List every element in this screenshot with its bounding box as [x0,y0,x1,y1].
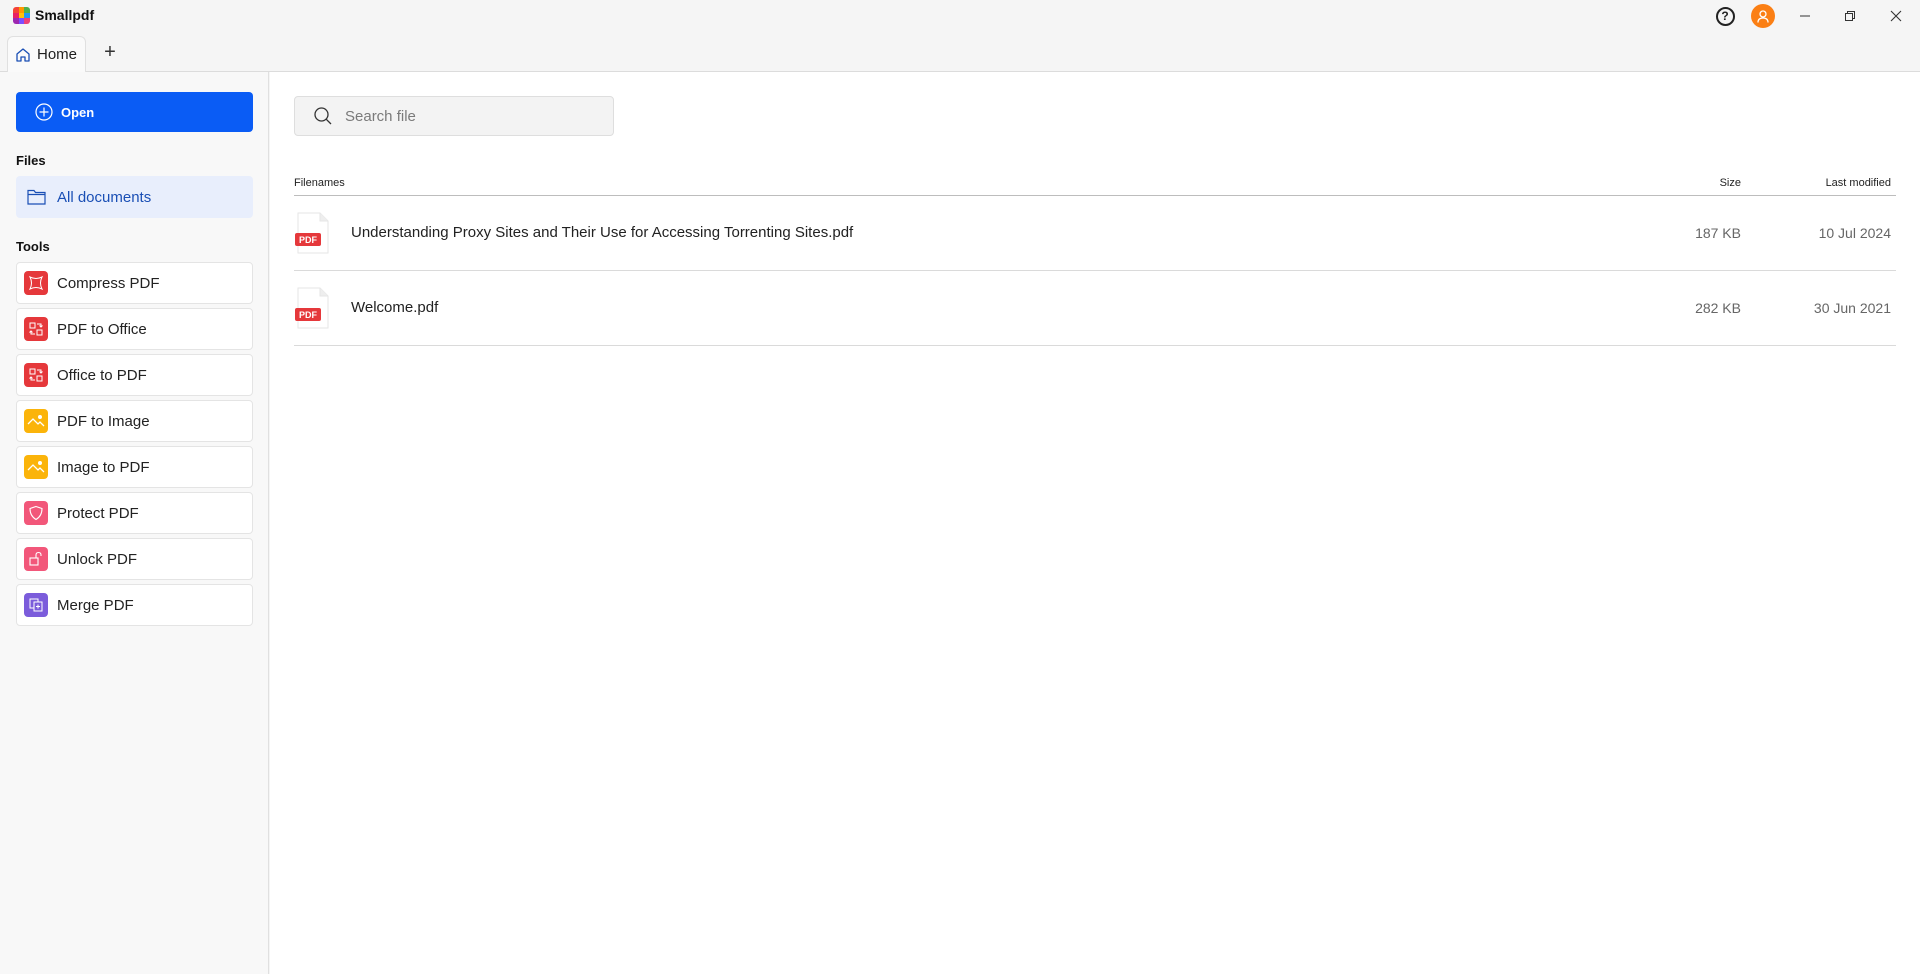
user-icon [1751,4,1775,28]
search-icon [314,107,332,125]
sidebar-item-all-documents[interactable]: All documents [16,176,253,218]
file-last-modified: 10 Jul 2024 [1818,225,1891,241]
tool-office-to-pdf[interactable]: Office to PDF [16,354,253,396]
folder-icon [27,189,46,205]
column-header-last-modified[interactable]: Last modified [1826,177,1891,189]
svg-text:PDF: PDF [299,310,318,320]
tool-protect-pdf[interactable]: Protect PDF [16,492,253,534]
minimize-button[interactable] [1785,4,1825,28]
tool-pdf-to-image[interactable]: PDF to Image [16,400,253,442]
table-header: Filenames Size Last modified [294,168,1896,196]
app-name: Smallpdf [35,7,95,23]
tab-strip: Home + [0,32,1920,72]
tab-home-label: Home [37,46,78,63]
new-tab-button[interactable]: + [100,40,120,64]
plus-circle-icon [35,103,53,121]
tool-label: Image to PDF [57,458,150,476]
home-icon [16,47,30,62]
tool-label: Merge PDF [57,596,134,614]
files-table: Filenames Size Last modified PDF Underst… [294,168,1896,346]
tools-heading: Tools [16,239,50,254]
search-input[interactable] [345,107,605,125]
help-button[interactable]: ? [1714,4,1736,28]
tool-label: PDF to Image [57,412,150,430]
close-button[interactable] [1876,4,1916,28]
unlock-icon [24,547,48,571]
tool-label: Compress PDF [57,274,160,292]
account-avatar-button[interactable] [1751,4,1775,28]
svg-text:PDF: PDF [299,235,318,245]
close-icon [1890,10,1902,22]
tool-label: Protect PDF [57,504,139,522]
tool-compress-pdf[interactable]: Compress PDF [16,262,253,304]
table-row[interactable]: PDF Welcome.pdf 282 KB 30 Jun 2021 [294,271,1896,346]
tool-label: PDF to Office [57,320,147,338]
convert-icon [24,363,48,387]
column-header-size[interactable]: Size [1720,177,1741,189]
search-box[interactable] [294,96,614,136]
file-size: 282 KB [1695,300,1741,316]
compress-icon [24,271,48,295]
main-content: Filenames Size Last modified PDF Underst… [270,72,1920,974]
column-header-filenames[interactable]: Filenames [294,177,345,189]
tool-label: Office to PDF [57,366,147,384]
tools-list: Compress PDF PDF to Office Office to PDF… [16,262,253,630]
convert-icon [24,317,48,341]
tab-home[interactable]: Home [7,36,86,72]
shield-icon [24,501,48,525]
pdf-file-icon: PDF [295,212,329,254]
open-button[interactable]: Open [16,92,253,132]
tool-unlock-pdf[interactable]: Unlock PDF [16,538,253,580]
sidebar: Open Files All documents Tools Compress … [0,72,269,974]
smallpdf-logo-icon [13,7,30,24]
question-circle-icon: ? [1715,6,1735,26]
table-row[interactable]: PDF Understanding Proxy Sites and Their … [294,196,1896,271]
file-last-modified: 30 Jun 2021 [1813,300,1891,316]
open-button-label: Open [61,104,95,120]
logo-tile [24,18,30,24]
all-documents-label: All documents [57,188,152,206]
tool-label: Unlock PDF [57,550,138,568]
restore-icon [1845,11,1855,21]
image-icon [24,455,48,479]
title-bar: Smallpdf ? [0,0,1920,32]
file-name: Welcome.pdf [351,299,439,316]
minimize-icon [1800,15,1810,17]
file-name: Understanding Proxy Sites and Their Use … [351,224,854,241]
image-icon [24,409,48,433]
merge-icon [24,593,48,617]
files-heading: Files [16,153,46,168]
file-size: 187 KB [1695,225,1741,241]
tool-image-to-pdf[interactable]: Image to PDF [16,446,253,488]
pdf-file-icon: PDF [295,287,329,329]
tool-pdf-to-office[interactable]: PDF to Office [16,308,253,350]
tool-merge-pdf[interactable]: Merge PDF [16,584,253,626]
restore-button[interactable] [1830,4,1870,28]
